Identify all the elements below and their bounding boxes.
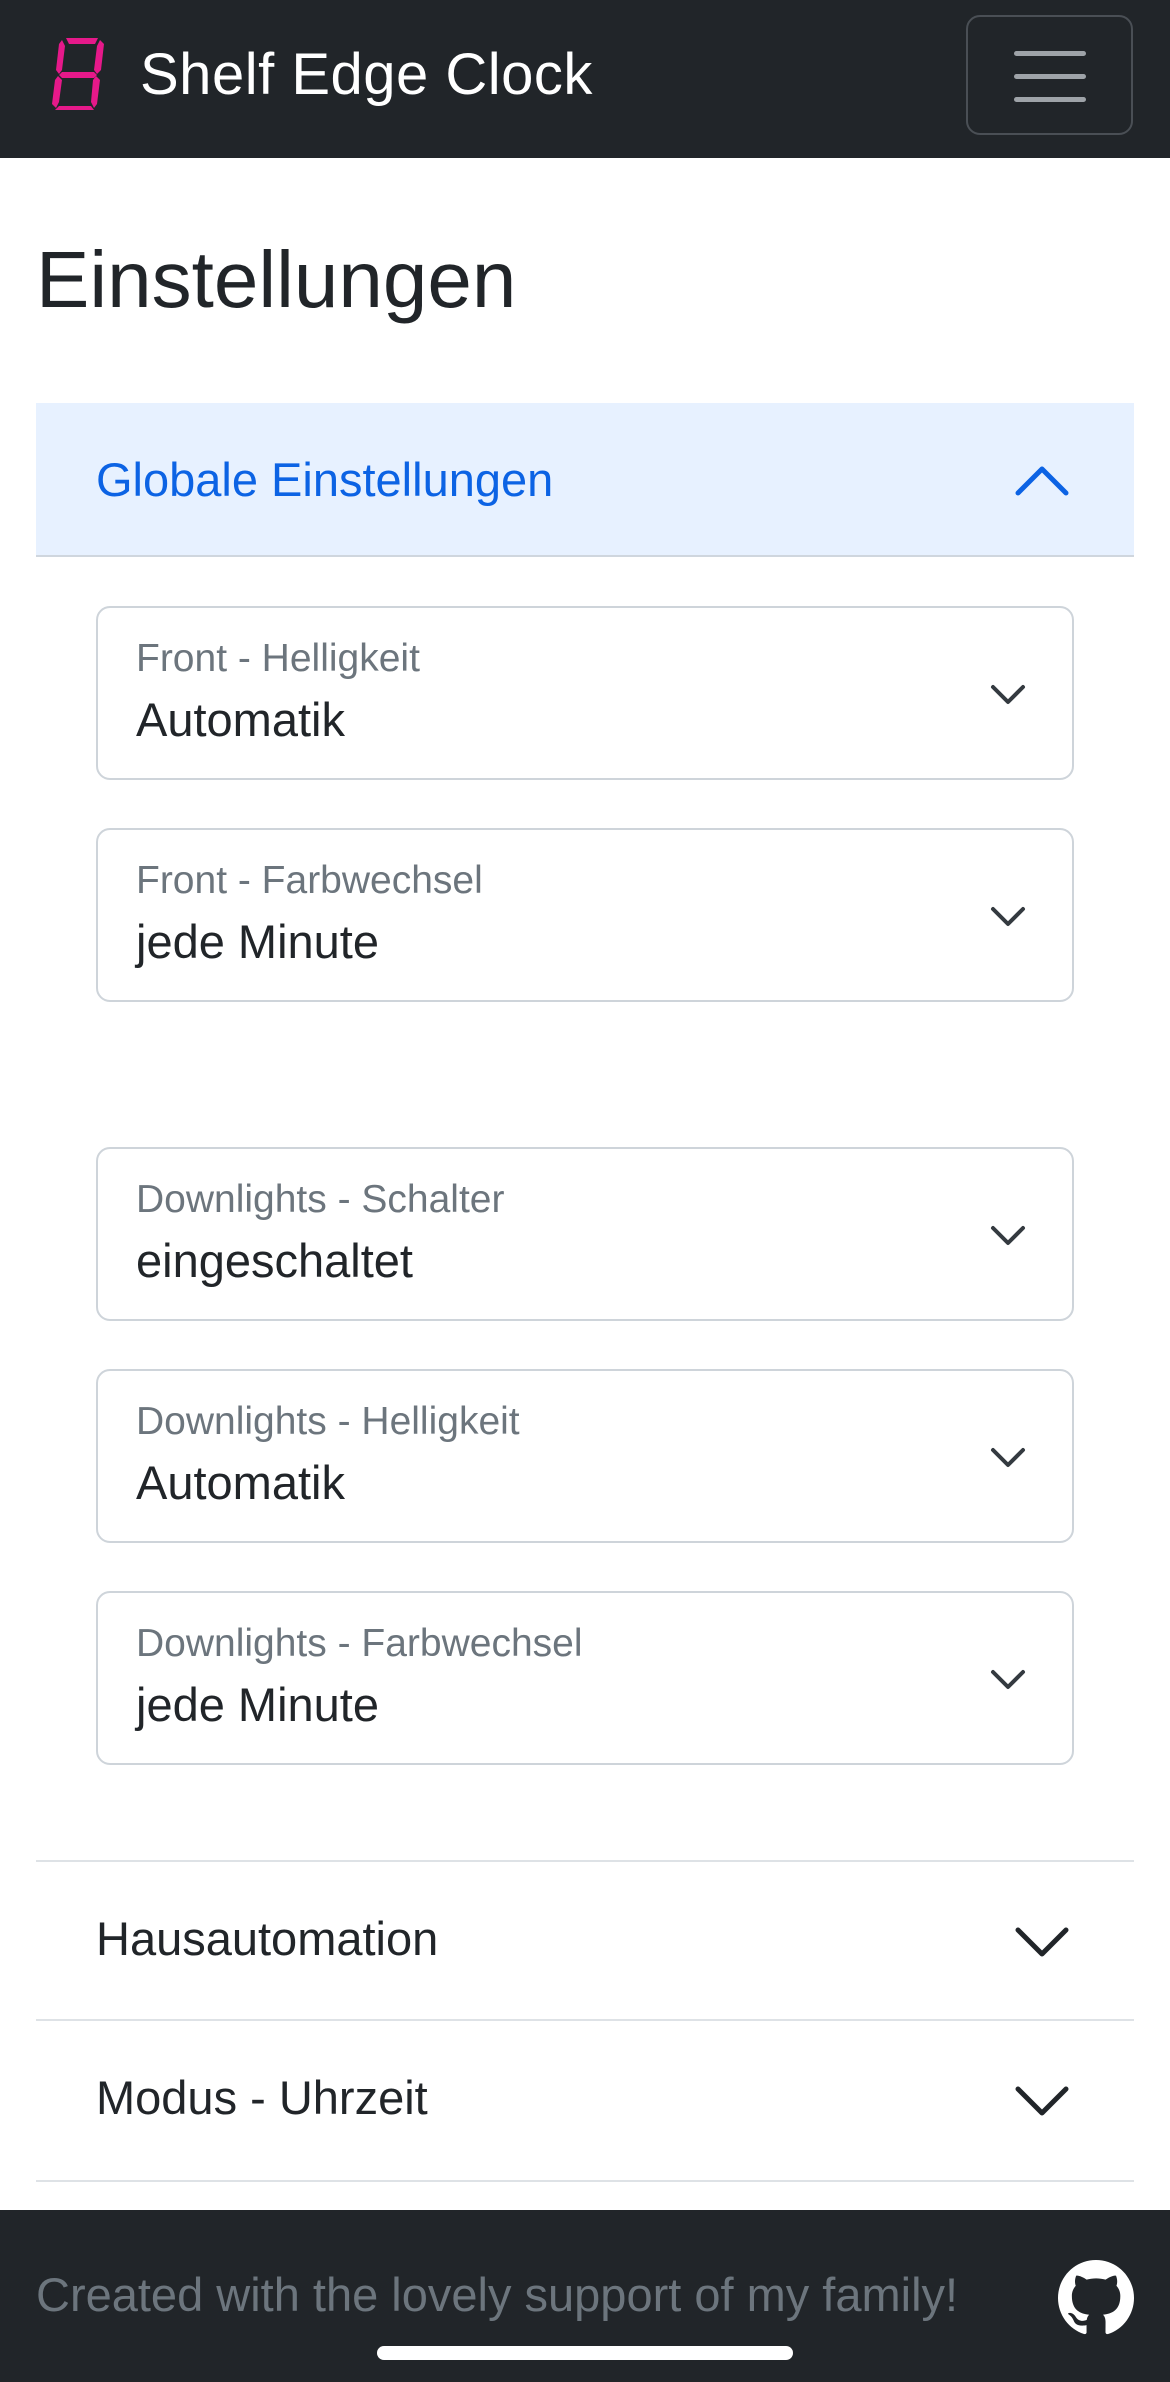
select-downlights-switch[interactable]: Downlights - Schalter eingeschaltet: [96, 1147, 1074, 1321]
chevron-down-icon: [1015, 1927, 1069, 1957]
navbar-toggle-button[interactable]: [966, 15, 1133, 135]
hamburger-menu-icon-bar: [1014, 74, 1086, 79]
home-indicator: [377, 2346, 793, 2360]
accordion-header-global-settings[interactable]: Globale Einstellungen: [36, 403, 1134, 557]
select-value: jede Minute: [136, 915, 379, 968]
github-icon[interactable]: [1058, 2260, 1134, 2336]
accordion-header-label: Modus - Uhrzeit: [96, 2071, 428, 2124]
select-label: Downlights - Farbwechsel: [136, 1622, 583, 1665]
chevron-down-icon: [991, 1448, 1025, 1467]
hamburger-menu-icon-bar: [1014, 97, 1086, 102]
select-front-brightness[interactable]: Front - Helligkeit Automatik: [96, 606, 1074, 780]
footer-text: Created with the lovely support of my fa…: [36, 2268, 959, 2321]
chevron-down-icon: [991, 1226, 1025, 1245]
accordion-header-label: Globale Einstellungen: [96, 453, 554, 506]
select-label: Downlights - Schalter: [136, 1178, 505, 1221]
accordion-header-home-automation[interactable]: Hausautomation: [36, 1860, 1134, 2018]
accordion-divider: [36, 2180, 1134, 2182]
chevron-down-icon: [991, 1670, 1025, 1689]
chevron-down-icon: [991, 907, 1025, 926]
hamburger-menu-icon-bar: [1014, 51, 1086, 56]
navbar: Shelf Edge Clock: [0, 0, 1170, 158]
accordion-header-mode-time[interactable]: Modus - Uhrzeit: [36, 2019, 1134, 2177]
select-label: Front - Helligkeit: [136, 637, 420, 680]
page-title: Einstellungen: [36, 235, 517, 324]
chevron-down-icon: [991, 685, 1025, 704]
chevron-down-icon: [1015, 2086, 1069, 2116]
select-value: Automatik: [136, 1456, 345, 1509]
select-downlights-color-change[interactable]: Downlights - Farbwechsel jede Minute: [96, 1591, 1074, 1765]
select-value: Automatik: [136, 693, 345, 746]
select-front-color-change[interactable]: Front - Farbwechsel jede Minute: [96, 828, 1074, 1002]
chevron-up-icon: [1015, 466, 1069, 496]
select-downlights-brightness[interactable]: Downlights - Helligkeit Automatik: [96, 1369, 1074, 1543]
seven-segment-digit-icon[interactable]: [50, 36, 108, 110]
select-value: jede Minute: [136, 1678, 379, 1731]
brand-title[interactable]: Shelf Edge Clock: [140, 40, 593, 110]
footer: Created with the lovely support of my fa…: [0, 2210, 1170, 2382]
select-label: Downlights - Helligkeit: [136, 1400, 520, 1443]
select-value: eingeschaltet: [136, 1234, 413, 1287]
select-label: Front - Farbwechsel: [136, 859, 483, 902]
accordion-header-label: Hausautomation: [96, 1912, 439, 1965]
